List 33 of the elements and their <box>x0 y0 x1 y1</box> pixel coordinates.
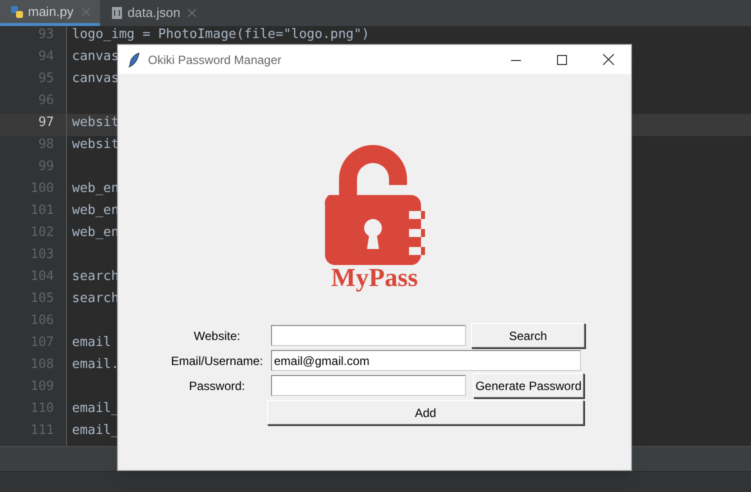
editor-tab[interactable]: data.json <box>100 0 206 26</box>
code-line: canvas <box>72 49 119 64</box>
add-button[interactable]: Add <box>267 400 584 425</box>
search-button[interactable]: Search <box>471 323 585 348</box>
close-icon[interactable] <box>188 9 196 17</box>
editor-tab[interactable]: main.py <box>0 0 100 26</box>
code-line: search <box>72 291 119 306</box>
email-label: Email/Username: <box>170 352 264 370</box>
generate-password-button[interactable]: Generate Password <box>473 373 584 398</box>
website-label: Website: <box>192 328 242 344</box>
code-line: email_ <box>72 401 119 416</box>
window-title: Okiki Password Manager <box>148 52 282 68</box>
code-line: email. <box>72 357 119 372</box>
code-line: canvas <box>72 71 119 86</box>
password-label: Password: <box>188 378 246 394</box>
feather-icon <box>128 52 140 68</box>
json-file-icon <box>110 6 124 20</box>
tab-label: main.py <box>28 2 74 21</box>
logo-text: MyPass <box>331 264 418 292</box>
code-line: email <box>72 335 112 350</box>
email-field[interactable]: email@gmail.com <box>271 350 581 371</box>
close-icon <box>602 54 614 65</box>
code-line: logo_img = PhotoImage(file="logo.png") <box>72 27 370 42</box>
maximize-icon <box>557 54 567 64</box>
code-line: email_ <box>72 423 119 438</box>
tab-label: data.json <box>128 4 180 22</box>
code-line: search <box>72 269 119 284</box>
python-file-icon <box>10 4 24 18</box>
password-field[interactable] <box>271 375 466 396</box>
line-number: 97 <box>38 115 54 130</box>
website-field[interactable] <box>271 325 466 346</box>
code-line: websit <box>72 115 119 130</box>
code-line: websit <box>72 137 119 152</box>
